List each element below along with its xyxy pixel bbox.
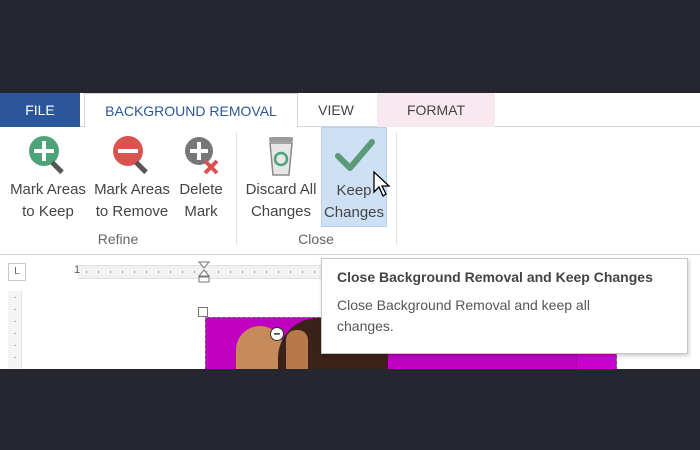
mark-keep-label-1: Mark Areas <box>10 181 86 198</box>
tab-file[interactable]: FILE <box>0 93 80 127</box>
recycle-bin-icon <box>257 131 305 179</box>
group-separator <box>236 133 237 245</box>
discard-label-2: Changes <box>250 203 312 220</box>
tooltip-title: Close Background Removal and Keep Change… <box>337 269 653 285</box>
delete-mark-label-1: Delete <box>179 181 223 198</box>
delete-mark-icon <box>177 131 225 179</box>
discard-all-changes-button[interactable]: Discard All Changes <box>242 131 320 227</box>
indent-marker-icon[interactable] <box>197 261 211 283</box>
mark-keep-label-2: to Keep <box>22 203 74 220</box>
tab-selector-button[interactable]: L <box>8 263 26 281</box>
mouse-cursor-icon <box>372 170 392 198</box>
ruler-number: 1 <box>74 264 81 276</box>
group-label-refine: Refine <box>97 231 139 247</box>
ribbon: Mark Areas to Keep Mark Areas to Remove <box>0 127 700 255</box>
tab-background-removal[interactable]: BACKGROUND REMOVAL <box>84 93 298 128</box>
discard-label-1: Discard All <box>245 181 317 198</box>
mark-areas-to-keep-button[interactable]: Mark Areas to Keep <box>6 131 90 227</box>
minus-pencil-icon <box>108 131 156 179</box>
plus-pencil-icon <box>24 131 72 179</box>
keep-changes-tooltip: Close Background Removal and Keep Change… <box>321 258 688 354</box>
checkmark-icon <box>330 132 378 180</box>
delete-mark-label-2: Mark <box>184 203 218 220</box>
keep-changes-label-2: Changes <box>323 204 385 221</box>
tab-view[interactable]: VIEW <box>300 93 372 127</box>
mark-areas-to-remove-button[interactable]: Mark Areas to Remove <box>92 131 172 227</box>
tab-format[interactable]: FORMAT <box>377 93 495 127</box>
mark-remove-label-1: Mark Areas <box>94 181 170 198</box>
resize-handle[interactable] <box>198 307 208 317</box>
delete-mark-button[interactable]: Delete Mark <box>176 131 226 227</box>
tooltip-description: Close Background Removal and keep all ch… <box>337 297 590 334</box>
ribbon-tab-bar: FILE BACKGROUND REMOVAL VIEW FORMAT <box>0 93 700 128</box>
picture-finger <box>286 330 308 369</box>
group-separator <box>396 133 397 245</box>
mark-remove-label-2: to Remove <box>95 203 169 220</box>
group-label-close: Close <box>298 231 334 247</box>
vertical-ruler-ticks <box>14 297 16 369</box>
remove-mark-icon[interactable]: – <box>270 327 284 341</box>
